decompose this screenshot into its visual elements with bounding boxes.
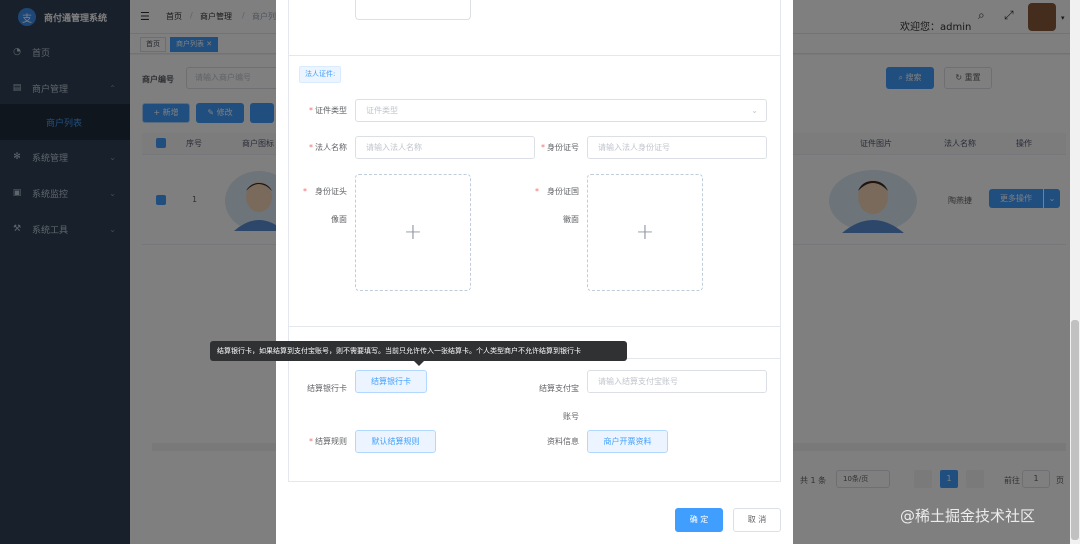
settle-rule-label-text: 结算规则 — [315, 437, 347, 446]
dialog-form: 法人证件: * 证件类型 证件类型 ⌄ * 法人名称 请输入法人名称 * 身份证号 请输… — [288, 0, 781, 482]
required-mark: * — [309, 106, 313, 115]
section-divider — [289, 55, 780, 56]
cert-type-label-text: 证件类型 — [315, 106, 347, 115]
page-scrollbar-thumb[interactable] — [1071, 320, 1079, 540]
cancel-button[interactable]: 取 消 — [733, 508, 781, 532]
upload-box-partial[interactable] — [355, 0, 471, 20]
legal-name-label: * 法人名称 — [289, 141, 347, 155]
section-divider — [289, 326, 780, 327]
id-back-upload[interactable]: + — [587, 174, 703, 291]
tooltip-arrow — [414, 361, 424, 366]
bank-card-label-text: 结算银行卡 — [307, 384, 347, 393]
id-number-input[interactable]: 请输入法人身份证号 — [587, 136, 767, 159]
plus-icon: + — [403, 220, 423, 245]
required-mark: * — [309, 437, 313, 446]
id-front-upload[interactable]: + — [355, 174, 471, 291]
chevron-down-icon: ⌄ — [751, 106, 758, 115]
section-legal-tag: 法人证件: — [299, 66, 342, 83]
required-mark: * — [303, 187, 307, 196]
invoice-info-button[interactable]: 商户开票资料 — [587, 430, 668, 453]
legal-name-input[interactable]: 请输入法人名称 — [355, 136, 535, 159]
bank-card-tooltip: 结算银行卡，如果结算到支付宝账号，则不需要填写。当前只允许传入一张结算卡。个人类… — [210, 341, 627, 366]
merchant-dialog: 法人证件: * 证件类型 证件类型 ⌄ * 法人名称 请输入法人名称 * 身份证号 请输… — [276, 0, 793, 544]
confirm-button[interactable]: 确 定 — [675, 508, 723, 532]
bank-card-label: 结算银行卡 — [289, 375, 347, 403]
info-label-text: 资料信息 — [547, 437, 579, 446]
id-front-label: * 身份证头像面 — [289, 178, 347, 234]
bank-card-button[interactable]: 结算银行卡 — [355, 370, 427, 393]
alipay-input[interactable]: 请输入结算支付宝账号 — [587, 370, 767, 393]
required-mark: * — [541, 143, 545, 152]
plus-icon: + — [635, 220, 655, 245]
watermark: @稀土掘金技术社区 — [900, 507, 1036, 525]
tooltip-text: 结算银行卡，如果结算到支付宝账号，则不需要填写。当前只允许传入一张结算卡。个人类… — [217, 347, 581, 355]
cert-type-placeholder: 证件类型 — [366, 106, 398, 115]
cert-type-select[interactable]: 证件类型 ⌄ — [355, 99, 767, 122]
id-number-label: * 身份证号 — [525, 141, 579, 155]
id-back-label-text: 身份证国徽面 — [547, 187, 579, 224]
settle-rule-label: * 结算规则 — [289, 435, 347, 449]
info-label: 资料信息 — [525, 435, 579, 449]
required-mark: * — [535, 187, 539, 196]
cert-type-label: * 证件类型 — [289, 104, 347, 118]
id-back-label: * 身份证国徽面 — [525, 178, 579, 234]
required-mark: * — [309, 143, 313, 152]
id-front-label-text: 身份证头像面 — [315, 187, 347, 224]
id-number-label-text: 身份证号 — [547, 143, 579, 152]
settle-rule-button[interactable]: 默认结算规则 — [355, 430, 436, 453]
alipay-label-text: 结算支付宝账号 — [539, 384, 579, 421]
legal-name-label-text: 法人名称 — [315, 143, 347, 152]
alipay-label: 结算支付宝账号 — [525, 375, 579, 431]
